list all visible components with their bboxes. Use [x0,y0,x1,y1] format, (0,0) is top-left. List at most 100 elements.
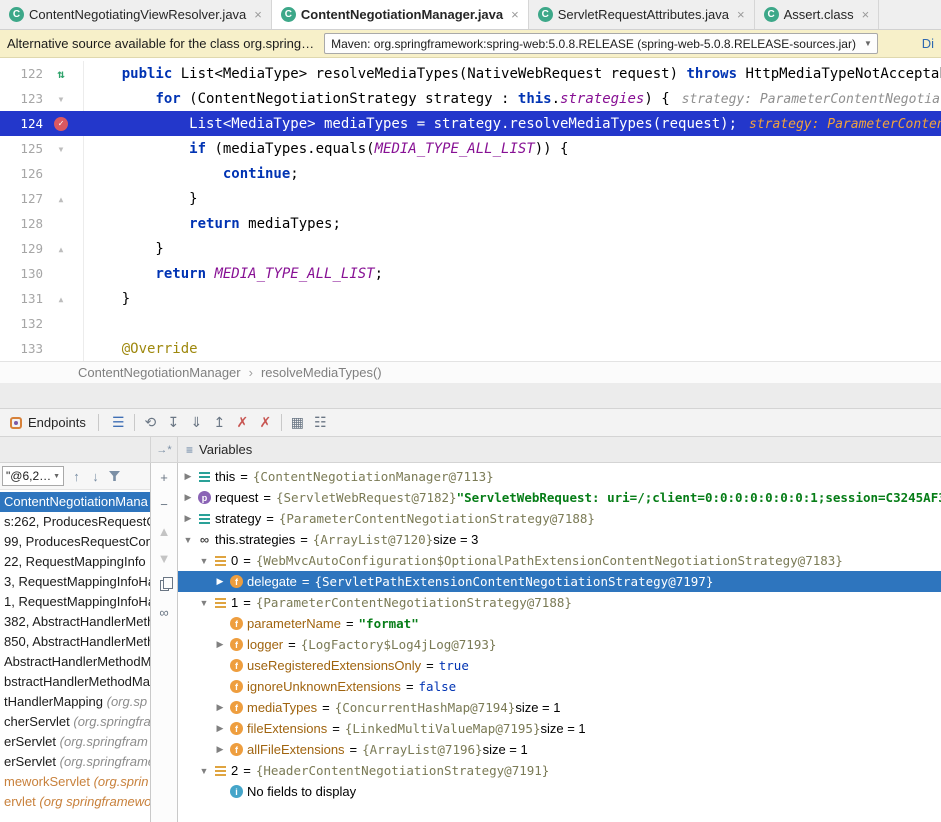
show-execution-point-icon[interactable]: →* [151,437,178,462]
breadcrumb-class[interactable]: ContentNegotiationManager [78,365,241,380]
chevron-down-icon[interactable]: ▼ [196,556,212,566]
stack-frame[interactable]: ervlet (org springframewo [0,792,150,812]
variable-row[interactable]: ▼2={HeaderContentNegotiationStrategy@719… [178,760,941,781]
variable-row[interactable]: ▶fmediaTypes={ConcurrentHashMap@7194} si… [178,697,941,718]
duplicate-watch-icon[interactable] [156,577,172,593]
variable-row[interactable]: fuseRegisteredExtensionsOnly=true [178,655,941,676]
previous-frame-icon[interactable]: ↑ [67,466,86,486]
thread-selector[interactable]: "@6,2… ▼ [2,466,64,486]
menu-icon[interactable]: ≡ [186,443,193,457]
code-line[interactable]: 126 continue; [0,161,941,186]
close-icon[interactable]: × [737,7,745,22]
stack-frame[interactable]: 3, RequestMappingInfoHa [0,572,150,592]
chevron-right-icon[interactable]: ▶ [180,471,196,482]
code-line[interactable]: 129▴ } [0,236,941,261]
step-out-icon[interactable]: ↥ [208,412,231,434]
variable-row[interactable]: ▼∞this.strategies={ArrayList@7120} size … [178,529,941,550]
stack-frame[interactable]: meworkServlet (org.sprin [0,772,150,792]
fold-up-icon[interactable]: ▴ [50,186,72,211]
code-line[interactable]: 127▴ } [0,186,941,211]
stack-frame[interactable]: 850, AbstractHandlerMeth [0,632,150,652]
disable-link[interactable]: Di [922,36,934,51]
code-line[interactable]: 125▾ if (mediaTypes.equals(MEDIA_TYPE_AL… [0,136,941,161]
code-line[interactable]: 124✓ List<MediaType> mediaTypes = strate… [0,111,941,136]
gutter[interactable]: 127▴ [0,186,84,211]
stack-frame[interactable]: tHandlerMapping (org.sp [0,692,150,712]
variable-row[interactable]: ▶ffileExtensions={LinkedMultiValueMap@71… [178,718,941,739]
force-step-into-icon[interactable]: ⇓ [185,412,208,434]
variable-row[interactable]: ▶strategy={ParameterContentNegotiationSt… [178,508,941,529]
chevron-down-icon[interactable]: ▼ [196,766,212,776]
evaluate-grid-icon[interactable]: ▦ [286,412,309,434]
chevron-down-icon[interactable]: ▼ [196,598,212,608]
variable-row[interactable]: ▼1={ParameterContentNegotiationStrategy@… [178,592,941,613]
stack-frame[interactable]: ContentNegotiationMana [0,492,150,512]
add-watch-icon[interactable]: + [156,469,172,485]
stack-frame[interactable]: AbstractHandlerMethodM [0,652,150,672]
code-line[interactable]: 123▾ for (ContentNegotiationStrategy str… [0,86,941,111]
chevron-right-icon[interactable]: ▶ [212,744,228,755]
code-line[interactable]: 133 @Override [0,336,941,361]
gutter[interactable]: 128 [0,211,84,236]
code-line[interactable]: 122⇅ public List<MediaType> resolveMedia… [0,61,941,86]
variable-row[interactable]: ▼0={WebMvcAutoConfiguration$OptionalPath… [178,550,941,571]
code-line[interactable]: 130 return MEDIA_TYPE_ALL_LIST; [0,261,941,286]
gutter[interactable]: 132 [0,311,84,336]
override-marker-icon[interactable]: ⇅ [50,61,72,86]
source-jar-selector[interactable]: Maven: org.springframework:spring-web:5.… [324,33,878,54]
stack-frame[interactable]: 382, AbstractHandlerMeth [0,612,150,632]
code-line[interactable]: 128 return mediaTypes; [0,211,941,236]
fold-down-icon[interactable]: ▾ [50,136,72,161]
variable-row[interactable]: fignoreUnknownExtensions=false [178,676,941,697]
variable-row[interactable]: ▶this={ContentNegotiationManager@7113} [178,466,941,487]
breadcrumb-method[interactable]: resolveMediaTypes() [261,365,382,380]
stack-frame[interactable]: bstractHandlerMethodMa [0,672,150,692]
step-into-icon[interactable]: ↧ [162,412,185,434]
chevron-right-icon[interactable]: ▶ [212,723,228,734]
editor-tab[interactable]: CServletRequestAttributes.java× [529,0,755,29]
variable-row[interactable]: fparameterName="format" [178,613,941,634]
variable-row[interactable]: ▶fdelegate={ServletPathExtensionContentN… [178,571,941,592]
variable-row[interactable]: ▶fallFileExtensions={ArrayList@7196} siz… [178,739,941,760]
variable-row[interactable]: ▶flogger={LogFactory$Log4jLog@7193} [178,634,941,655]
chevron-right-icon[interactable]: ▶ [212,639,228,650]
gutter[interactable]: 130 [0,261,84,286]
menu-icon[interactable]: ☰ [107,412,130,434]
stack-frame[interactable]: cherServlet (org.springfra [0,712,150,732]
stack-frame[interactable]: 1, RequestMappingInfoHa [0,592,150,612]
next-frame-icon[interactable]: ↓ [86,466,105,486]
gutter[interactable]: 122⇅ [0,61,84,86]
chevron-right-icon[interactable]: ▶ [212,702,228,713]
remove-watch-icon[interactable]: − [156,496,172,512]
tab-endpoints[interactable]: Endpoints [6,415,90,430]
variable-row[interactable]: ▶prequest={ServletWebRequest@7182} "Serv… [178,487,941,508]
code-editor[interactable]: 122⇅ public List<MediaType> resolveMedia… [0,58,941,361]
move-watch-down-icon[interactable]: ▼ [156,550,172,566]
close-icon[interactable]: × [254,7,262,22]
stack-frame[interactable]: 22, RequestMappingInfo [0,552,150,572]
rerun-icon[interactable]: ⟲ [139,412,162,434]
close-icon[interactable]: × [862,7,870,22]
show-watches-icon[interactable]: ∞ [156,604,172,620]
stack-frame[interactable]: 99, ProducesRequestCond [0,532,150,552]
chevron-right-icon[interactable]: ▶ [180,492,196,503]
fold-up-icon[interactable]: ▴ [50,286,72,311]
gutter[interactable]: 123▾ [0,86,84,111]
editor-tab[interactable]: CContentNegotiationManager.java× [272,0,529,29]
code-line[interactable]: 131▴ } [0,286,941,311]
gutter[interactable]: 124✓ [0,111,84,136]
variable-row[interactable]: iNo fields to display [178,781,941,802]
close-icon[interactable]: × [511,7,519,22]
layout-settings-icon[interactable]: ☷ [309,412,332,434]
editor-tab[interactable]: CContentNegotiatingViewResolver.java× [0,0,272,29]
fold-down-icon[interactable]: ▾ [50,86,72,111]
stack-frame[interactable]: erServlet (org.springframe [0,752,150,772]
gutter[interactable]: 133 [0,336,84,361]
chevron-down-icon[interactable]: ▼ [180,535,196,545]
drop-frame-icon[interactable]: ✗ [231,412,254,434]
chevron-right-icon[interactable]: ▶ [212,576,228,587]
breakpoint-icon[interactable]: ✓ [50,111,72,136]
stack-frame[interactable]: erServlet (org.springfram [0,732,150,752]
gutter[interactable]: 131▴ [0,286,84,311]
stack-frame[interactable]: s:262, ProducesRequestCo [0,512,150,532]
